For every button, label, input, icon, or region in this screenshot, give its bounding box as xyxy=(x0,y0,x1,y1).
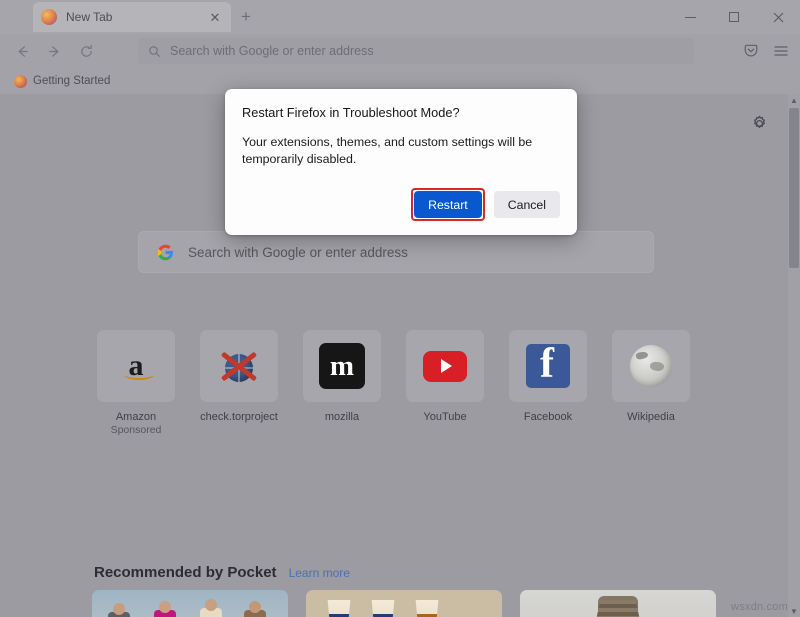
restart-button-highlight: Restart xyxy=(411,188,485,221)
top-sites-row: a Amazon Sponsored check.torproject m mo… xyxy=(96,330,716,437)
bookmark-getting-started[interactable]: Getting Started xyxy=(9,73,115,90)
forward-arrow-icon[interactable] xyxy=(38,36,70,66)
dialog-actions: Restart Cancel xyxy=(242,188,560,221)
pocket-card[interactable]: theconversation.com · 6 min xyxy=(306,590,502,617)
newtab-search-placeholder: Search with Google or enter address xyxy=(188,245,408,260)
top-site-youtube[interactable]: YouTube xyxy=(405,330,485,437)
facebook-icon: f xyxy=(526,344,570,388)
maximize-button[interactable] xyxy=(712,0,756,34)
top-site-mozilla[interactable]: m mozilla xyxy=(302,330,382,437)
amazon-icon: a xyxy=(129,352,144,380)
address-bar[interactable]: Search with Google or enter address xyxy=(138,38,694,64)
card-thumbnail xyxy=(306,590,502,617)
search-icon xyxy=(148,45,161,58)
tab-strip: New Tab ✕ + xyxy=(0,0,800,34)
youtube-icon xyxy=(423,351,467,382)
top-site-amazon[interactable]: a Amazon Sponsored xyxy=(96,330,176,437)
pocket-section-header: Recommended by Pocket Learn more xyxy=(94,564,350,581)
new-tab-button[interactable]: + xyxy=(236,7,256,27)
reload-icon[interactable] xyxy=(70,36,102,66)
pocket-card[interactable]: mashable.com · 3 min xyxy=(92,590,288,617)
pocket-learn-more-link[interactable]: Learn more xyxy=(289,566,350,580)
site-sponsored-label: Sponsored xyxy=(111,424,162,437)
dialog-message: Your extensions, themes, and custom sett… xyxy=(242,134,560,168)
torproject-icon xyxy=(217,346,261,386)
newtab-search-input[interactable]: Search with Google or enter address xyxy=(138,231,654,273)
minimize-button[interactable] xyxy=(668,0,712,34)
top-site-torproject[interactable]: check.torproject xyxy=(199,330,279,437)
pocket-card[interactable]: longreads.com · 8 min xyxy=(520,590,716,617)
site-label: mozilla xyxy=(325,411,359,424)
card-thumbnail xyxy=(520,590,716,617)
site-tile xyxy=(200,330,278,402)
site-tile xyxy=(406,330,484,402)
site-tile: a xyxy=(97,330,175,402)
card-thumbnail xyxy=(92,590,288,617)
site-tile: m xyxy=(303,330,381,402)
scroll-up-arrow-icon[interactable]: ▲ xyxy=(788,94,800,106)
scrollbar-thumb[interactable] xyxy=(789,108,799,268)
back-arrow-icon[interactable] xyxy=(6,36,38,66)
site-label: Amazon xyxy=(116,411,156,424)
troubleshoot-mode-dialog: Restart Firefox in Troubleshoot Mode? Yo… xyxy=(225,89,577,235)
cancel-button[interactable]: Cancel xyxy=(494,191,560,218)
wikipedia-icon xyxy=(630,345,672,387)
site-label: Wikipedia xyxy=(627,411,675,424)
pocket-cards-row: mashable.com · 3 min theconversation.com… xyxy=(92,590,716,617)
site-label: check.torproject xyxy=(200,411,278,424)
site-tile: f xyxy=(509,330,587,402)
page-scrollbar[interactable]: ▲ ▼ xyxy=(788,94,800,617)
google-g-icon xyxy=(157,244,174,261)
tab-title: New Tab xyxy=(66,10,207,24)
site-label: Facebook xyxy=(524,411,572,424)
mozilla-icon: m xyxy=(319,343,365,389)
scroll-down-arrow-icon[interactable]: ▼ xyxy=(788,605,800,617)
pocket-title: Recommended by Pocket xyxy=(94,564,277,581)
firefox-icon xyxy=(41,9,57,25)
firefox-icon xyxy=(14,75,27,88)
dialog-title: Restart Firefox in Troubleshoot Mode? xyxy=(242,105,560,120)
bookmark-label: Getting Started xyxy=(33,75,110,87)
top-site-wikipedia[interactable]: Wikipedia xyxy=(611,330,691,437)
window-controls xyxy=(668,0,800,34)
site-label: YouTube xyxy=(423,411,466,424)
restart-button[interactable]: Restart xyxy=(414,191,482,218)
top-site-facebook[interactable]: f Facebook xyxy=(508,330,588,437)
navigation-toolbar: Search with Google or enter address xyxy=(0,34,800,68)
address-bar-placeholder: Search with Google or enter address xyxy=(170,44,374,58)
hamburger-menu-icon[interactable] xyxy=(766,36,796,66)
close-tab-icon[interactable]: ✕ xyxy=(207,11,223,24)
close-window-button[interactable] xyxy=(756,0,800,34)
site-tile xyxy=(612,330,690,402)
browser-tab[interactable]: New Tab ✕ xyxy=(33,2,231,32)
watermark: wsxdn.com xyxy=(731,601,788,613)
toolbar-right-group xyxy=(736,36,796,66)
gear-icon[interactable] xyxy=(748,112,770,134)
pocket-icon[interactable] xyxy=(736,36,766,66)
